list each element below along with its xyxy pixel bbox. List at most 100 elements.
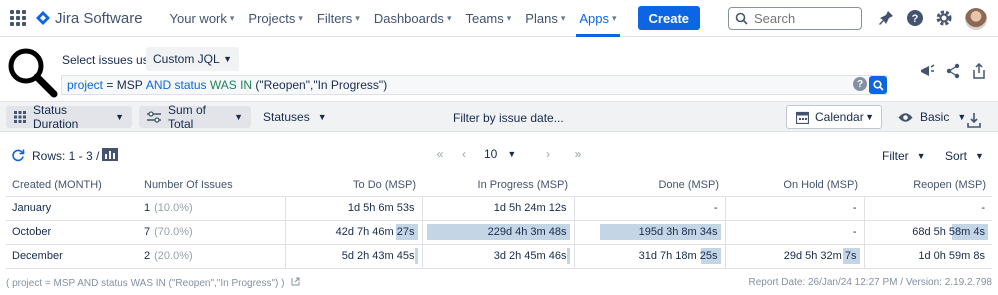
duration-value: 1d 0h 59m 8s — [918, 249, 985, 262]
chart-icon[interactable] — [102, 148, 118, 164]
duration-cell[interactable]: 68d 5h 58m 4s — [863, 220, 992, 245]
calendar-dropdown[interactable]: Calendar ▼ — [786, 105, 882, 129]
filter-by-date-link[interactable]: Filter by issue date... — [453, 111, 564, 125]
page-size-select[interactable]: 10 ▼ — [484, 147, 522, 161]
create-button[interactable]: Create — [637, 6, 700, 30]
table-row[interactable]: October 7 (70.0%) 42d 7h 46m 27s 229d 4h 3m … — [6, 220, 992, 245]
issue-count: 7 — [144, 226, 151, 238]
help-icon[interactable]: ? — [905, 8, 925, 28]
settings-icon[interactable] — [934, 8, 954, 28]
status-duration-dropdown[interactable]: Status Duration ▼ — [6, 103, 132, 131]
jql-token: status — [171, 78, 210, 92]
nav-item-label: Apps — [579, 10, 609, 26]
column-header[interactable]: Number Of Issues — [138, 175, 285, 197]
jira-logo-icon — [36, 11, 50, 25]
export-icon[interactable] — [970, 62, 988, 80]
column-header[interactable]: Created (MONTH) — [6, 175, 138, 197]
search-icon — [872, 79, 884, 91]
nav-item-dashboards[interactable]: Dashboards ▾ — [367, 0, 459, 37]
duration-cell[interactable]: 1d 5h 24m 12s — [421, 196, 574, 221]
duration-cell[interactable]: 229d 4h 3m 48s — [421, 220, 574, 245]
jql-query-input[interactable]: project = MSP AND status WAS IN ("Reopen… — [61, 75, 887, 95]
sort-dropdown[interactable]: Sort ▼ — [945, 149, 984, 163]
report-footer: ( project = MSP AND status WAS IN ("Reop… — [6, 277, 992, 289]
chevron-down-icon: ▼ — [957, 112, 967, 122]
nav-item-projects[interactable]: Projects ▾ — [241, 0, 310, 37]
chevron-down-icon: ▼ — [317, 112, 327, 122]
duration-cell[interactable]: 195d 3h 8m 34s — [573, 220, 725, 245]
avatar[interactable] — [965, 8, 987, 30]
jira-logo[interactable]: Jira Software — [36, 10, 143, 27]
share-icon[interactable] — [944, 62, 962, 80]
app-switcher-icon[interactable] — [10, 10, 26, 26]
jql-search-button[interactable] — [869, 76, 887, 94]
column-header[interactable]: In Progress (MSP) — [422, 175, 574, 197]
next-page-icon[interactable]: › — [536, 147, 560, 161]
search-input[interactable] — [754, 11, 854, 26]
duration-value: - — [713, 201, 718, 214]
duration-cell[interactable]: 1d 5h 6m 53s — [284, 196, 422, 221]
duration-cell[interactable]: - — [863, 196, 992, 221]
duration-cell[interactable]: 5d 2h 43m 45s — [284, 244, 422, 269]
app-logo-icon — [8, 48, 58, 98]
chevron-down-icon: ▾ — [298, 12, 303, 23]
duration-cell[interactable]: - — [724, 220, 864, 245]
global-search[interactable] — [728, 7, 862, 30]
report-toolbar: Status Duration ▼ Sum of Total ▼ Statuse… — [0, 101, 998, 132]
issue-count-cell[interactable]: 7 (70.0%) — [138, 220, 285, 245]
issue-count-cell[interactable]: 2 (20.0%) — [138, 244, 285, 269]
duration-cell[interactable]: - — [573, 196, 725, 221]
footer-query: ( project = MSP AND status WAS IN ("Reop… — [6, 278, 285, 289]
sum-of-total-dropdown[interactable]: Sum of Total ▼ — [139, 103, 251, 131]
column-header[interactable]: Done (MSP) — [574, 175, 725, 197]
statuses-dropdown[interactable]: Statuses ▼ — [255, 106, 335, 128]
nav-item-label: Plans — [525, 10, 558, 26]
duration-cell[interactable]: 3d 2h 45m 46s — [421, 244, 574, 269]
chevron-down-icon: ▼ — [916, 151, 926, 161]
view-mode-label: Basic — [920, 110, 950, 124]
duration-cell[interactable]: 1d 0h 59m 8s — [863, 244, 992, 269]
table-row[interactable]: December 2 (20.0%) 5d 2h 43m 45s 3d 2h 45m 4… — [6, 244, 992, 269]
announcement-icon[interactable] — [918, 62, 936, 80]
nav-item-teams[interactable]: Teams ▾ — [458, 0, 518, 37]
nav-item-your-work[interactable]: Your work ▾ — [163, 0, 242, 37]
nav-item-plans[interactable]: Plans ▾ — [518, 0, 572, 37]
statuses-label: Statuses — [263, 110, 310, 124]
issue-percent: (10.0%) — [154, 202, 193, 214]
refresh-icon[interactable] — [11, 148, 25, 165]
duration-cell[interactable]: - — [724, 196, 864, 221]
column-header[interactable]: Reopen (MSP) — [864, 175, 992, 197]
nav-item-filters[interactable]: Filters ▾ — [310, 0, 367, 37]
chevron-down-icon: ▾ — [229, 12, 235, 23]
page-size-value: 10 — [484, 147, 498, 161]
last-page-icon[interactable]: » — [566, 147, 590, 161]
duration-value: 1d 5h 6m 53s — [347, 201, 415, 214]
duration-cell[interactable]: 42d 7h 46m 27s — [284, 220, 422, 245]
query-mode-select[interactable]: Custom JQL ▼ — [146, 47, 239, 71]
duration-cell[interactable]: 31d 7h 18m 25s — [573, 244, 725, 269]
table-row[interactable]: January 1 (10.0%) 1d 5h 6m 53s 1d 5h 24m 12s… — [6, 196, 992, 221]
top-right-icons: ? — [876, 8, 987, 30]
jql-help-icon[interactable]: ? — [853, 77, 867, 91]
nav-menu: Your work ▾ Projects ▾ Filters ▾ Dashboards ▾ Te… — [163, 0, 624, 37]
chevron-down-icon: ▼ — [115, 112, 124, 122]
external-link-icon[interactable] — [291, 277, 300, 289]
report-tools — [918, 62, 996, 80]
notifications-icon[interactable] — [876, 8, 896, 28]
nav-item-apps[interactable]: Apps ▾ — [572, 0, 623, 37]
prev-page-icon[interactable]: ‹ — [452, 147, 476, 161]
duration-value: 1d 5h 24m 12s — [493, 201, 567, 214]
column-header[interactable]: To Do (MSP) — [285, 175, 422, 197]
chevron-down-icon: ▼ — [865, 112, 874, 122]
jql-token: ("Reopen","In Progress") — [252, 78, 388, 92]
issue-count-cell[interactable]: 1 (10.0%) — [138, 196, 285, 221]
search-icon — [735, 12, 748, 25]
view-mode-dropdown[interactable]: Basic ▼ — [890, 106, 974, 128]
query-mode-value: Custom JQL — [153, 52, 220, 66]
filter-dropdown[interactable]: Filter ▼ — [882, 149, 926, 163]
duration-cell[interactable]: 29d 5h 32m 7s — [724, 244, 864, 269]
download-icon[interactable] — [966, 109, 982, 131]
first-page-icon[interactable]: « — [428, 147, 452, 161]
column-header[interactable]: On Hold (MSP) — [725, 175, 864, 197]
jql-token: project — [67, 78, 104, 92]
